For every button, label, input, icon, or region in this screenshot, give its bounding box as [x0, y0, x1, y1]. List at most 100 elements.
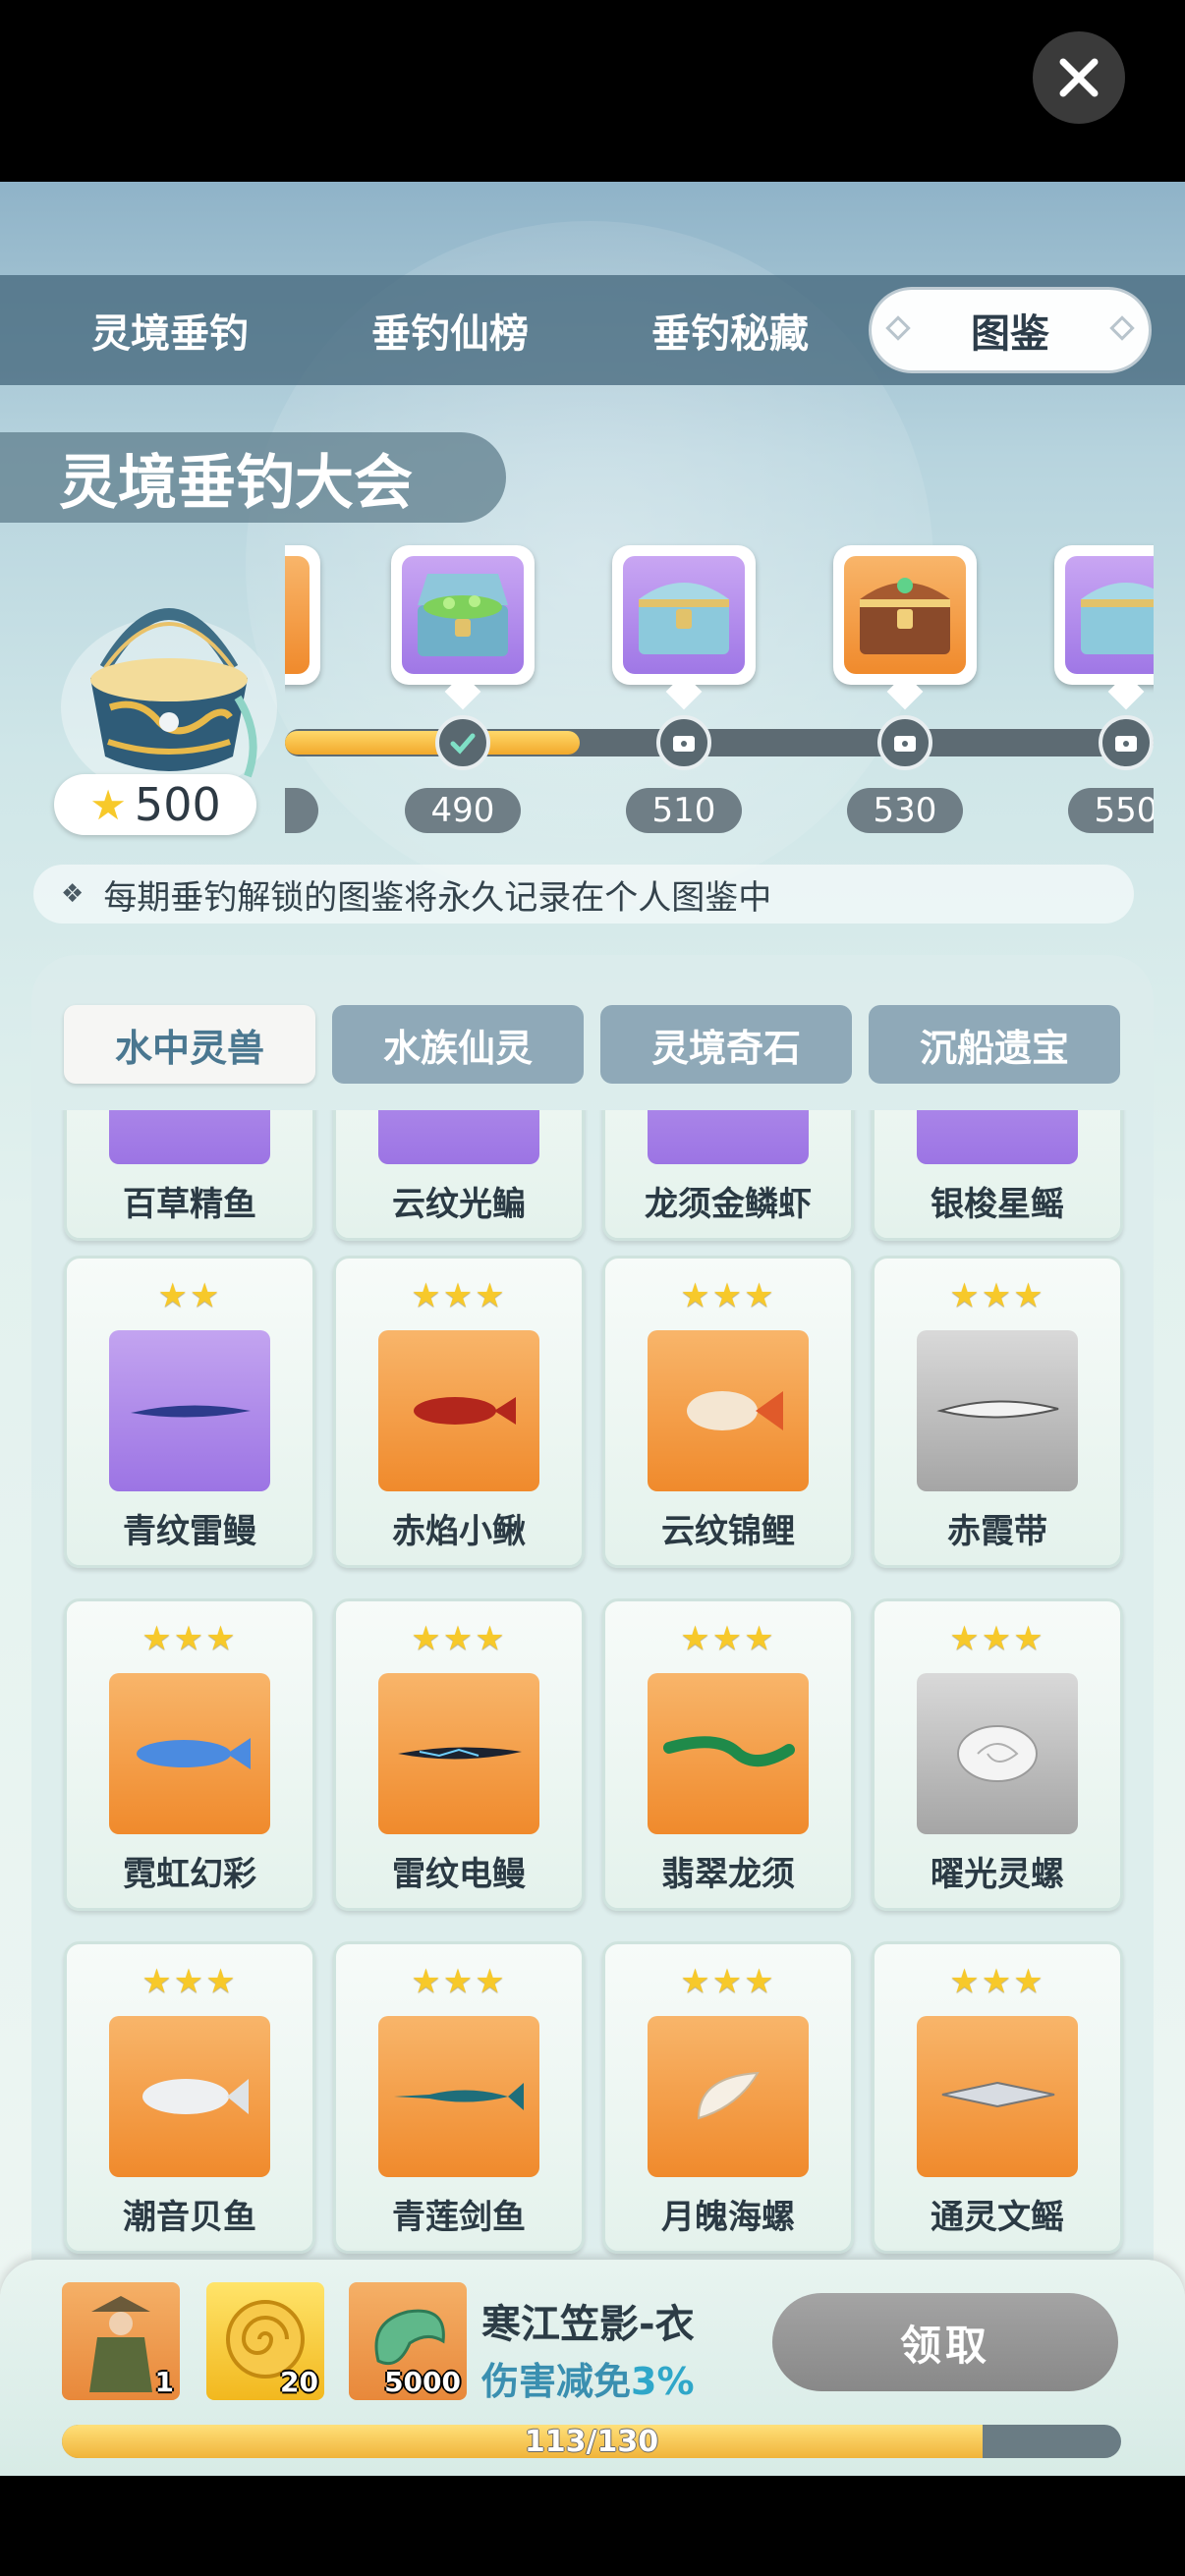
fish-name: 雷纹电鳗 — [392, 1855, 526, 1894]
tab-codex[interactable]: 图鉴 — [872, 290, 1149, 370]
fish-name: 霓虹幻彩 — [123, 1855, 256, 1894]
diamond-icon: ❖ — [61, 879, 85, 909]
close-button[interactable] — [1033, 31, 1125, 124]
reward-count: 5000 — [384, 2366, 461, 2398]
fish-name: 青纹雷鳗 — [123, 1512, 256, 1551]
reward-item-costume[interactable]: 1 — [62, 2282, 180, 2400]
fish-card[interactable]: ★★★ 云纹锦鲤 — [602, 1256, 854, 1568]
tab-treasure[interactable]: 垂钓秘藏 — [607, 275, 853, 385]
track-progress — [285, 731, 580, 755]
rarity-stars: ★★★ — [141, 1962, 238, 2001]
milestone-label: 510 — [626, 788, 742, 833]
fish-card[interactable]: ★★★ 翡翠龙须 — [602, 1598, 854, 1911]
codex-hint: ❖ 每期垂钓解锁的图鉴将永久记录在个人图鉴中 — [33, 865, 1134, 924]
reward-track[interactable]: … 490 — [285, 535, 1154, 860]
rarity-stars: ★★★ — [411, 1276, 507, 1316]
chest-card[interactable] — [833, 545, 977, 710]
rarity-stars: ★★★ — [680, 1962, 776, 2001]
open-chest-icon — [418, 574, 508, 656]
chest-lock-icon — [894, 736, 916, 752]
status-area — [0, 0, 1185, 182]
milestone-locked — [1099, 715, 1154, 770]
fish-card[interactable]: ★★★ 曜光灵螺 — [872, 1598, 1123, 1911]
hint-text: 每期垂钓解锁的图鉴将永久记录在个人图鉴中 — [103, 877, 772, 918]
category-tab-beasts[interactable]: 水中灵兽 — [64, 1005, 315, 1084]
reward-count: 20 — [280, 2366, 318, 2398]
rarity-stars: ★★ — [157, 1276, 222, 1316]
milestone-locked — [656, 715, 711, 770]
category-tab-shipwreck[interactable]: 沉船遗宝 — [869, 1005, 1120, 1084]
chest-card[interactable] — [612, 545, 756, 710]
fish-card[interactable]: 龙须金鳞虾 — [602, 1110, 854, 1241]
rarity-stars: ★★★ — [411, 1619, 507, 1658]
reward-item-jade[interactable]: 5000 — [349, 2282, 467, 2400]
star-icon: ★ — [89, 780, 127, 829]
milestone-label: 550 — [1068, 788, 1154, 833]
fish-card[interactable]: ★★★ 月魄海螺 — [602, 1941, 854, 2254]
fish-name: 潮音贝鱼 — [123, 2198, 256, 2237]
fish-name: 龙须金鳞虾 — [645, 1185, 812, 1224]
fish-name: 翡翠龙须 — [661, 1855, 795, 1894]
rarity-stars: ★★★ — [949, 1962, 1045, 2001]
chest-lock-icon — [673, 736, 695, 752]
fish-name: 百草精鱼 — [123, 1185, 256, 1224]
fish-card[interactable]: ★★ 青纹雷鳗 — [64, 1256, 315, 1568]
star-count-badge: ★ 500 — [54, 774, 256, 835]
tab-codex-label: 图鉴 — [971, 311, 1049, 357]
milestone-claimed — [435, 715, 490, 770]
fish-name: 云纹锦鲤 — [661, 1512, 795, 1551]
milestone-label: 530 — [847, 788, 963, 833]
nav-bar-area — [0, 2476, 1185, 2576]
fish-name: 通灵文鳐 — [931, 2198, 1064, 2237]
chest-card[interactable] — [391, 545, 535, 710]
chest-card[interactable] — [1054, 545, 1154, 710]
tab-fishing[interactable]: 灵境垂钓 — [47, 275, 293, 385]
check-icon — [450, 733, 476, 755]
chest-icon — [639, 583, 729, 654]
collection-progress-text: 113/130 — [524, 2424, 659, 2459]
chest-icon — [1081, 583, 1154, 654]
fish-card[interactable]: ★★★ 青莲剑鱼 — [333, 1941, 585, 2254]
fish-grid[interactable]: 百草精鱼 云纹光鳊 龙须金鳞虾 银梭星鳐 ★★ 青纹雷鳗 ★★★ 赤焰小鳅 ★★… — [31, 1110, 1154, 2461]
close-icon — [1059, 58, 1099, 97]
reward-desc: 伤害减免3% — [481, 2351, 695, 2405]
star-count-value: 500 — [134, 778, 221, 831]
fish-name: 云纹光鳊 — [392, 1185, 526, 1224]
category-tab-spirits[interactable]: 水族仙灵 — [332, 1005, 584, 1084]
fish-name: 月魄海螺 — [661, 2198, 795, 2237]
chest-card[interactable] — [285, 545, 320, 685]
tab-leaderboard[interactable]: 垂钓仙榜 — [327, 275, 573, 385]
fish-name: 曜光灵螺 — [931, 1855, 1064, 1894]
chest-lock-icon — [1115, 736, 1137, 752]
fish-card[interactable]: ★★★ 霓虹幻彩 — [64, 1598, 315, 1911]
reward-count: 1 — [154, 2366, 174, 2398]
fish-card[interactable]: 百草精鱼 — [64, 1110, 315, 1241]
rarity-stars: ★★★ — [949, 1276, 1045, 1316]
reward-desc-value: 3% — [631, 2360, 695, 2403]
reward-desc-label: 伤害减免 — [481, 2360, 632, 2403]
fish-card[interactable]: ★★★ 赤焰小鳅 — [333, 1256, 585, 1568]
event-title: 灵境垂钓大会 — [0, 432, 506, 523]
chest-icon — [860, 578, 950, 654]
fish-name: 赤霞带 — [947, 1512, 1047, 1551]
claim-button[interactable]: 领取 — [772, 2293, 1118, 2391]
milestone-label: 490 — [405, 788, 521, 833]
rarity-stars: ★★★ — [141, 1619, 238, 1658]
fish-name: 青莲剑鱼 — [392, 2198, 526, 2237]
reward-item-coin[interactable]: 20 — [206, 2282, 324, 2400]
rarity-stars: ★★★ — [949, 1619, 1045, 1658]
fish-card[interactable]: ★★★ 通灵文鳐 — [872, 1941, 1123, 2254]
fish-name: 银梭星鳐 — [931, 1185, 1064, 1224]
fish-card[interactable]: 银梭星鳐 — [872, 1110, 1123, 1241]
rarity-stars: ★★★ — [680, 1619, 776, 1658]
fish-card[interactable]: 云纹光鳊 — [333, 1110, 585, 1241]
basket-icon — [51, 550, 287, 806]
fish-name: 赤焰小鳅 — [392, 1512, 526, 1551]
rarity-stars: ★★★ — [411, 1962, 507, 2001]
fish-card[interactable]: ★★★ 雷纹电鳗 — [333, 1598, 585, 1911]
rarity-stars: ★★★ — [680, 1276, 776, 1316]
category-tab-stones[interactable]: 灵境奇石 — [600, 1005, 852, 1084]
reward-name: 寒江笠影-衣 — [481, 2302, 695, 2347]
fish-card[interactable]: ★★★ 潮音贝鱼 — [64, 1941, 315, 2254]
fish-card[interactable]: ★★★ 赤霞带 — [872, 1256, 1123, 1568]
